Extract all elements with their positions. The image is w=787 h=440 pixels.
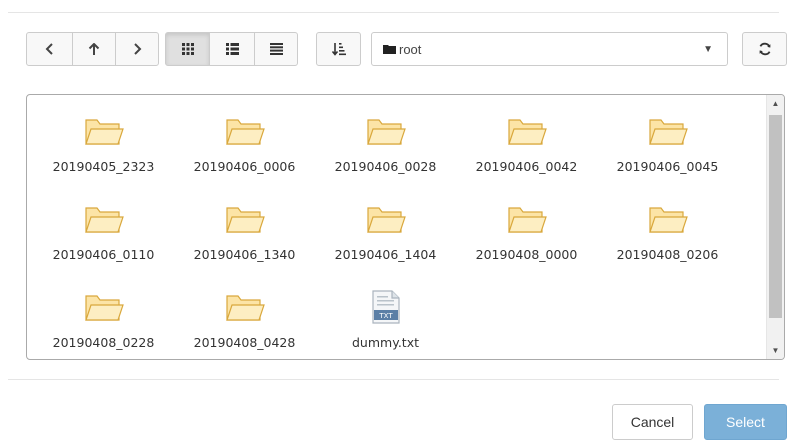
cancel-button[interactable]: Cancel xyxy=(612,404,693,440)
folder-icon xyxy=(225,194,265,236)
folder-icon xyxy=(84,194,124,236)
chevron-right-icon xyxy=(134,43,142,55)
folder-item[interactable]: 20190406_1340 xyxy=(174,187,315,275)
folder-item[interactable]: 20190408_0206 xyxy=(597,187,738,275)
forward-button[interactable] xyxy=(115,32,159,66)
file-grid: 20190405_2323 20190406_0006 20190406_0028 2… xyxy=(33,99,753,359)
item-label: 20190406_0110 xyxy=(52,247,155,262)
item-label: 20190408_0428 xyxy=(193,335,296,350)
arrow-up-icon xyxy=(88,42,100,55)
folder-icon xyxy=(648,194,688,236)
item-label: 20190406_1404 xyxy=(334,247,437,262)
back-button[interactable] xyxy=(26,32,73,66)
item-label: 20190405_2323 xyxy=(52,159,155,174)
list-view-icon xyxy=(225,43,239,55)
text-file-icon: TXT xyxy=(371,282,400,324)
folder-icon xyxy=(366,106,406,148)
detail-view-icon xyxy=(269,43,283,55)
bottom-divider xyxy=(8,379,779,380)
scroll-up-arrow-icon[interactable]: ▲ xyxy=(767,95,784,112)
folder-icon xyxy=(383,45,396,54)
folder-item[interactable]: 20190406_0006 xyxy=(174,99,315,187)
list-view-button[interactable] xyxy=(209,32,255,66)
folder-icon xyxy=(84,106,124,148)
item-label: 20190408_0206 xyxy=(616,247,719,262)
navigation-button-group xyxy=(26,32,159,66)
top-divider xyxy=(8,12,779,13)
caret-down-icon: ▼ xyxy=(703,44,713,55)
folder-item[interactable]: 20190408_0000 xyxy=(456,187,597,275)
folder-icon xyxy=(648,106,688,148)
vertical-scrollbar[interactable]: ▲ ▼ xyxy=(766,95,784,359)
item-label: 20190408_0228 xyxy=(52,335,155,350)
item-label: 20190406_0028 xyxy=(334,159,437,174)
scroll-down-arrow-icon[interactable]: ▼ xyxy=(767,342,784,359)
path-value: root xyxy=(399,41,422,57)
item-label: 20190408_0000 xyxy=(475,247,578,262)
folder-item[interactable]: 20190408_0228 xyxy=(33,275,174,359)
folder-item[interactable]: 20190406_0042 xyxy=(456,99,597,187)
folder-icon xyxy=(507,106,547,148)
folder-icon xyxy=(84,282,124,324)
item-label: 20190406_1340 xyxy=(193,247,296,262)
scrollbar-thumb[interactable] xyxy=(769,115,782,318)
chevron-left-icon xyxy=(45,43,53,55)
folder-item[interactable]: 20190406_0028 xyxy=(315,99,456,187)
folder-icon xyxy=(366,194,406,236)
folder-item[interactable]: 20190406_0110 xyxy=(33,187,174,275)
select-button[interactable]: Select xyxy=(704,404,787,440)
folder-icon xyxy=(225,106,265,148)
grid-view-icon xyxy=(181,43,194,55)
file-item[interactable]: TXT dummy.txt xyxy=(315,275,456,359)
view-button-group xyxy=(165,32,298,66)
txt-badge-text: TXT xyxy=(378,312,393,320)
item-label: dummy.txt xyxy=(352,335,419,350)
file-browser-pane: 20190405_2323 20190406_0006 20190406_0028 2… xyxy=(26,94,785,360)
folder-item[interactable]: 20190405_2323 xyxy=(33,99,174,187)
sort-button[interactable] xyxy=(316,32,361,66)
folder-icon xyxy=(225,282,265,324)
folder-item[interactable]: 20190408_0428 xyxy=(174,275,315,359)
item-label: 20190406_0006 xyxy=(193,159,296,174)
item-label: 20190406_0045 xyxy=(616,159,719,174)
refresh-button[interactable] xyxy=(742,32,787,66)
path-dropdown[interactable]: root ▼ xyxy=(371,32,728,66)
icon-view-button[interactable] xyxy=(165,32,210,66)
sort-icon xyxy=(331,43,346,56)
folder-icon xyxy=(507,194,547,236)
detail-view-button[interactable] xyxy=(254,32,298,66)
refresh-icon xyxy=(759,42,770,56)
folder-item[interactable]: 20190406_1404 xyxy=(315,187,456,275)
folder-item[interactable]: 20190406_0045 xyxy=(597,99,738,187)
up-button[interactable] xyxy=(72,32,116,66)
item-label: 20190406_0042 xyxy=(475,159,578,174)
